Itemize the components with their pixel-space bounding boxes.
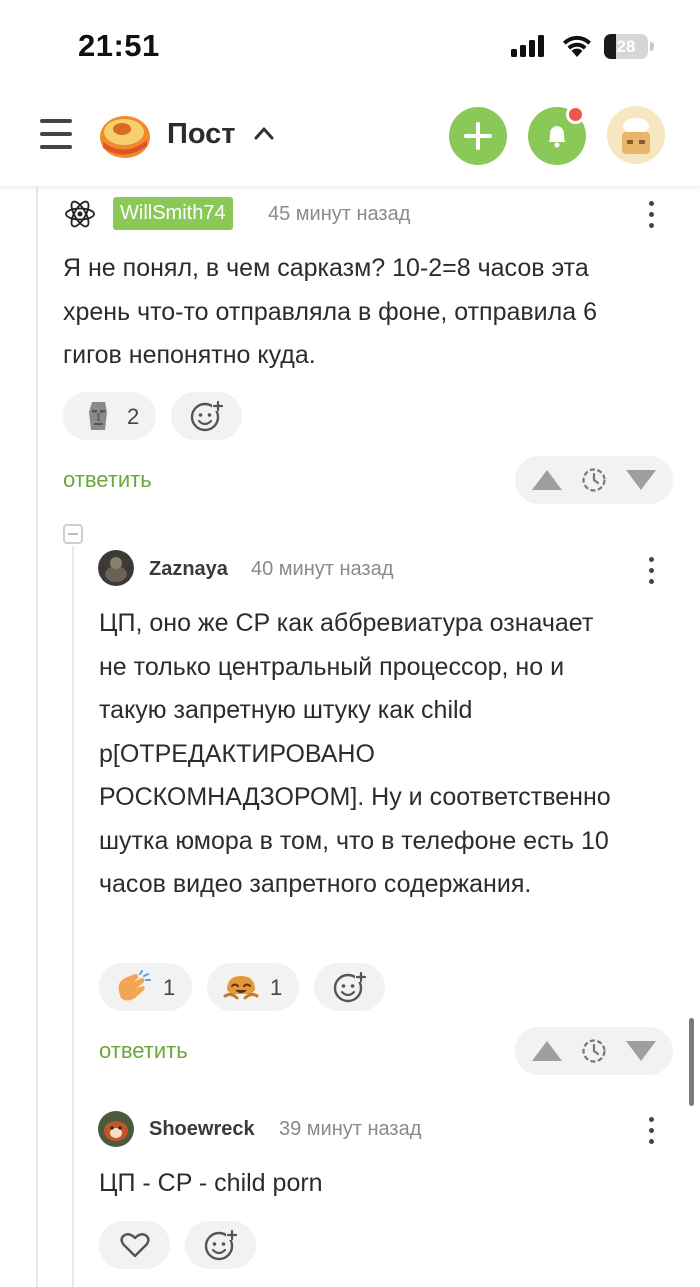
downvote-icon[interactable] bbox=[625, 1040, 657, 1062]
more-options-icon[interactable] bbox=[641, 198, 661, 232]
comment-author[interactable]: WillSmith74 bbox=[113, 197, 233, 230]
comment-text: Я не понял, в чем сарказм? 10-2=8 часов … bbox=[63, 254, 597, 369]
moai-icon bbox=[89, 402, 107, 430]
rating-hidden-clock-icon bbox=[582, 468, 606, 492]
upvote-icon[interactable] bbox=[531, 469, 563, 491]
avatar[interactable] bbox=[98, 1111, 134, 1147]
laughing-face-icon bbox=[223, 976, 259, 1000]
downvote-icon[interactable] bbox=[625, 469, 657, 491]
add-reaction-button[interactable] bbox=[314, 963, 385, 1011]
reaction-count: 1 bbox=[163, 975, 176, 1000]
rating-hidden-clock-icon bbox=[582, 1039, 606, 1063]
vote-controls bbox=[515, 456, 673, 504]
notification-dot bbox=[566, 105, 585, 124]
comment-time: 39 минут назад bbox=[279, 1118, 422, 1140]
pikabu-logo[interactable] bbox=[97, 110, 151, 160]
reaction-chip[interactable]: 1 bbox=[207, 963, 299, 1011]
wifi-icon bbox=[563, 35, 591, 57]
reaction-chip[interactable]: 2 bbox=[63, 392, 156, 440]
vote-controls bbox=[515, 1027, 673, 1075]
more-options-icon[interactable] bbox=[641, 554, 661, 588]
like-button[interactable] bbox=[99, 1221, 170, 1269]
reaction-count: 2 bbox=[127, 404, 140, 429]
user-avatar[interactable] bbox=[607, 106, 665, 164]
page-title[interactable]: Пост bbox=[167, 118, 236, 151]
scrollbar[interactable] bbox=[689, 1018, 694, 1106]
add-reaction-icon bbox=[190, 400, 224, 432]
status-bar: 21:51 28 bbox=[0, 0, 700, 96]
add-reaction-button[interactable] bbox=[171, 392, 242, 440]
status-time: 21:51 bbox=[78, 28, 160, 63]
upvote-icon[interactable] bbox=[531, 1040, 563, 1062]
plus-icon bbox=[464, 122, 492, 150]
clapping-hands-icon bbox=[118, 970, 151, 1001]
app-header: Пост bbox=[0, 96, 700, 186]
chevron-up-icon[interactable] bbox=[254, 126, 274, 140]
reaction-count: 1 bbox=[270, 975, 283, 1000]
comment-time: 40 минут назад bbox=[251, 558, 394, 580]
battery-level: 28 bbox=[616, 37, 636, 56]
thread-line bbox=[36, 186, 38, 1287]
reply-link[interactable]: ответить bbox=[63, 467, 152, 493]
menu-icon[interactable] bbox=[38, 116, 74, 152]
comment-author[interactable]: Zaznaya bbox=[149, 558, 228, 581]
cellular-signal-icon bbox=[511, 35, 544, 57]
comment-text: ЦП, оно же CP как аббревиатура означает … bbox=[99, 609, 611, 898]
collapse-thread-button[interactable] bbox=[63, 524, 83, 544]
add-reaction-icon bbox=[204, 1229, 238, 1261]
more-options-icon[interactable] bbox=[641, 1114, 661, 1148]
add-post-button[interactable] bbox=[449, 107, 507, 165]
avatar[interactable] bbox=[98, 550, 134, 586]
heart-icon bbox=[120, 1233, 150, 1258]
comment-text: ЦП - CP - child porn bbox=[99, 1169, 323, 1197]
comment-time: 45 минут назад bbox=[268, 203, 411, 225]
add-reaction-button[interactable] bbox=[185, 1221, 256, 1269]
add-reaction-icon bbox=[333, 971, 367, 1003]
reaction-chip[interactable]: 1 bbox=[99, 963, 192, 1011]
reply-link[interactable]: ответить bbox=[99, 1038, 188, 1064]
atom-avatar-icon bbox=[65, 200, 95, 228]
battery-indicator: 28 bbox=[604, 34, 654, 59]
thread-line bbox=[72, 546, 74, 1287]
comment-author[interactable]: Shoewreck bbox=[149, 1118, 255, 1141]
